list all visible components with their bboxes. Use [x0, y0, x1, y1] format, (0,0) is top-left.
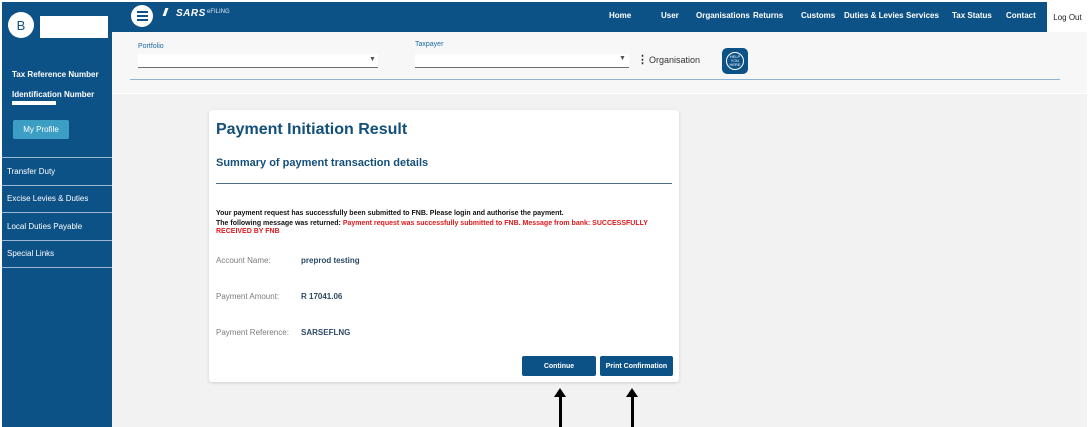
portfolio-select[interactable] — [138, 54, 378, 68]
page-title: Payment Initiation Result — [216, 121, 408, 138]
organisation-label: Organisation — [649, 55, 701, 65]
sars-logo[interactable]: SARS — [162, 8, 206, 19]
redacted-identification — [12, 101, 56, 105]
efiling-logo: eFILING — [207, 9, 230, 15]
divider — [130, 79, 1060, 80]
sidebar-item-transfer-duty[interactable]: Transfer Duty — [2, 158, 112, 186]
logout-button[interactable]: Log Out — [1047, 2, 1088, 32]
nav-home[interactable]: Home — [609, 11, 631, 20]
nav-duties-levies[interactable]: Duties & Levies — [844, 11, 904, 20]
identification-label: Identification Number — [12, 90, 95, 99]
divider — [216, 183, 672, 184]
payment-amount-label: Payment Amount: — [216, 292, 280, 301]
nav-organisations[interactable]: Organisations — [696, 11, 750, 20]
payment-reference-value: SARSEFLNG — [301, 328, 351, 337]
nav-tax-status[interactable]: Tax Status — [952, 11, 992, 20]
account-name-label: Account Name: — [216, 256, 271, 265]
menu-icon[interactable] — [131, 5, 153, 27]
account-name-value: preprod testing — [301, 256, 360, 265]
annotation-arrow-up-icon — [554, 388, 566, 427]
nav-user[interactable]: User — [661, 11, 679, 20]
avatar[interactable]: B — [8, 12, 34, 38]
success-message: Your payment request has successfully be… — [216, 210, 564, 217]
print-confirmation-button[interactable]: Print Confirmation — [600, 356, 673, 376]
continue-button[interactable]: Continue — [522, 356, 596, 376]
payment-reference-label: Payment Reference: — [216, 328, 289, 337]
payment-amount-value: R 17041.06 — [301, 292, 343, 301]
taxpayer-select[interactable] — [415, 54, 629, 68]
help-you-here-icon[interactable]: HELP YOU HERE — [722, 48, 748, 74]
bank-message: The following message was returned: Paym… — [216, 220, 648, 235]
my-profile-button[interactable]: My Profile — [13, 120, 69, 139]
nav-customs[interactable]: Customs — [801, 11, 835, 20]
sidebar-item-excise-levies[interactable]: Excise Levies & Duties — [2, 186, 112, 213]
portfolio-label: Portfolio — [138, 43, 164, 50]
chevron-down-icon[interactable]: ▼ — [369, 56, 376, 63]
nav-returns[interactable]: Returns — [753, 11, 783, 20]
sidebar-item-local-duties[interactable]: Local Duties Payable — [2, 213, 112, 241]
section-subtitle: Summary of payment transaction details — [216, 157, 429, 169]
redacted-username — [40, 16, 108, 38]
nav-services[interactable]: Services — [906, 11, 939, 20]
annotation-arrow-up-icon — [626, 388, 638, 427]
more-options-icon[interactable]: ⋮ — [637, 53, 648, 66]
sidebar-item-special-links[interactable]: Special Links — [2, 241, 112, 268]
sidebar-menu: Transfer Duty Excise Levies & Duties Loc… — [2, 157, 112, 268]
tax-reference-label: Tax Reference Number — [12, 70, 99, 79]
sidebar: B Tax Reference Number Identification Nu… — [2, 2, 112, 427]
payment-result-card: Payment Initiation Result Summary of pay… — [209, 110, 679, 382]
taxpayer-label: Taxpayer — [415, 41, 444, 48]
top-navigation: SARS eFILING Home User Organisations Ret… — [112, 2, 1047, 32]
chevron-down-icon[interactable]: ▼ — [619, 55, 626, 62]
nav-contact[interactable]: Contact — [1006, 11, 1036, 20]
